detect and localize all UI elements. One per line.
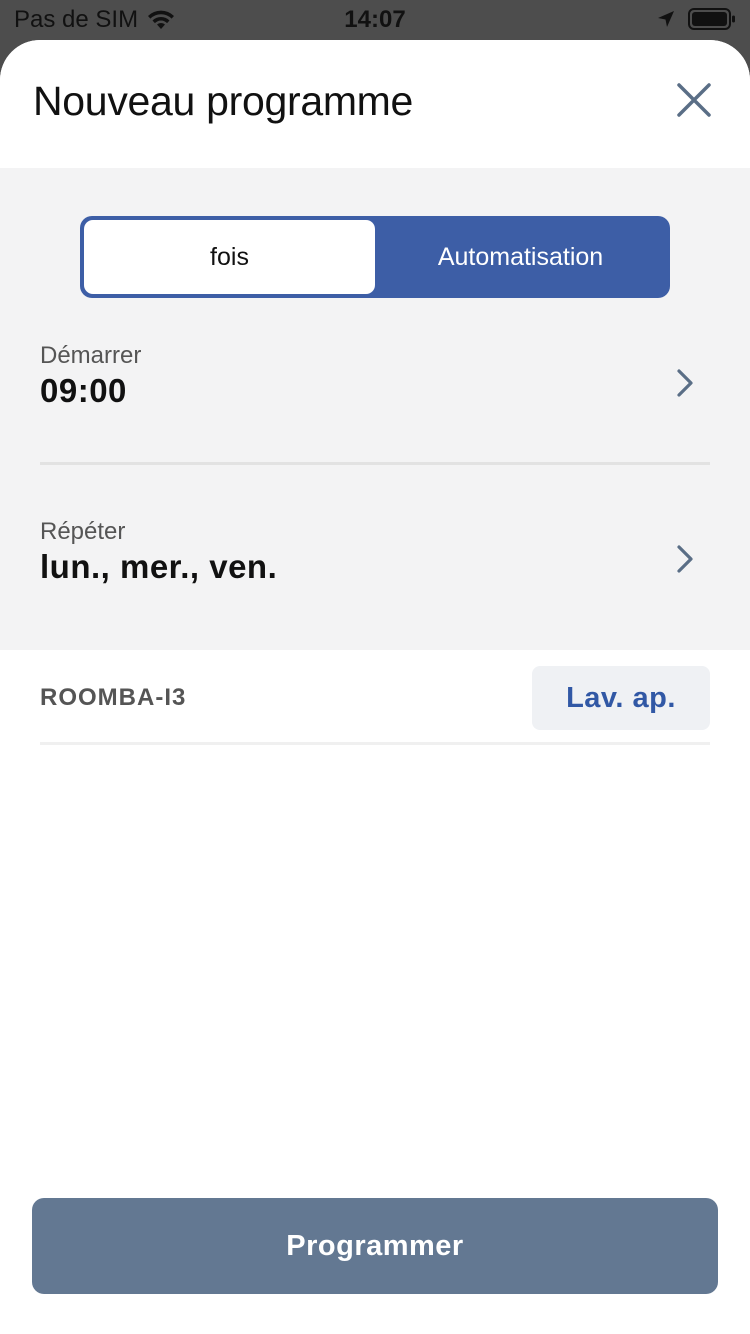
schedule-settings: fois Automatisation Démarrer 09:00 Répét… xyxy=(0,168,750,650)
repeat-value: lun., mer., ven. xyxy=(40,548,278,585)
battery-icon xyxy=(688,8,735,30)
chevron-right-icon xyxy=(677,545,693,573)
start-time-row[interactable]: Démarrer 09:00 xyxy=(40,342,710,422)
start-time-value: 09:00 xyxy=(40,372,127,409)
repeat-label: Répéter xyxy=(40,518,126,545)
location-arrow-icon xyxy=(658,11,674,27)
status-bar: Pas de SIM 14:07 xyxy=(0,0,750,40)
divider xyxy=(40,742,710,745)
robot-row: ROOMBA-I3 Lav. ap. xyxy=(40,666,710,730)
divider xyxy=(40,462,710,465)
start-time-label: Démarrer xyxy=(40,342,142,369)
status-time: 14:07 xyxy=(344,6,406,33)
segment-once[interactable]: fois xyxy=(84,220,375,294)
close-icon xyxy=(677,83,711,117)
screen: Pas de SIM 14:07 Nouveau programme fois … xyxy=(0,0,750,1334)
schedule-type-segmented-control: fois Automatisation xyxy=(80,216,670,298)
chevron-right-icon xyxy=(677,369,693,397)
robot-name: ROOMBA-I3 xyxy=(40,684,187,711)
schedule-button[interactable]: Programmer xyxy=(32,1198,718,1294)
new-schedule-sheet: Nouveau programme fois Automatisation Dé… xyxy=(0,40,750,1334)
page-title: Nouveau programme xyxy=(33,78,414,124)
close-button[interactable] xyxy=(674,80,714,120)
segment-automation[interactable]: Automatisation xyxy=(375,220,666,294)
repeat-row[interactable]: Répéter lun., mer., ven. xyxy=(40,518,710,598)
robot-action-button[interactable]: Lav. ap. xyxy=(532,666,710,730)
status-right xyxy=(656,7,736,31)
sheet-header: Nouveau programme xyxy=(0,40,750,168)
